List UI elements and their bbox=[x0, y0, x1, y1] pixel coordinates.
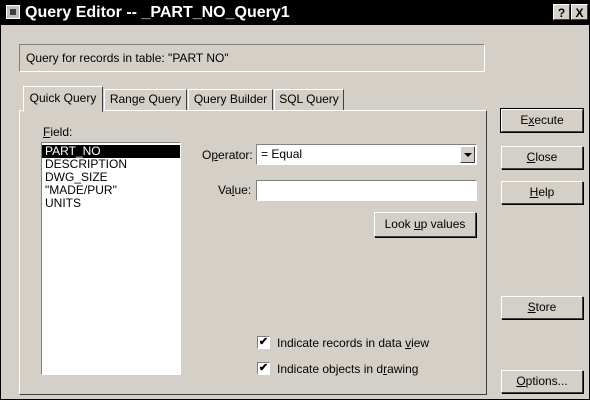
tab-range-query[interactable]: Range Query bbox=[104, 89, 187, 110]
tab-query-builder[interactable]: Query Builder bbox=[188, 89, 273, 110]
tab-quick-query[interactable]: Quick Query bbox=[23, 86, 103, 112]
value-label: Value: bbox=[218, 183, 252, 197]
indicate-records-checkbox[interactable]: ✔ bbox=[257, 336, 270, 349]
indicate-records-label: Indicate records in data view bbox=[277, 336, 430, 350]
close-title-button[interactable]: X bbox=[571, 4, 588, 20]
operator-value: = Equal bbox=[261, 147, 303, 161]
help-button[interactable]: Help bbox=[501, 181, 583, 204]
store-button[interactable]: Store bbox=[501, 296, 583, 319]
tab-quick-query-label: Quick Query bbox=[29, 91, 97, 105]
title-bar[interactable]: Query Editor -- _PART_NO_Query1 ? X bbox=[1, 1, 590, 25]
options-button[interactable]: Options... bbox=[501, 370, 583, 393]
list-item[interactable]: UNITS bbox=[42, 197, 180, 210]
indicate-objects-checkbox[interactable]: ✔ bbox=[257, 362, 270, 375]
chevron-down-icon[interactable] bbox=[460, 146, 475, 163]
table-info-text: Query for records in table: "PART NO" bbox=[26, 51, 229, 65]
look-up-values-button[interactable]: Look up values bbox=[374, 212, 476, 237]
value-input[interactable] bbox=[256, 180, 477, 201]
operator-dropdown[interactable]: = Equal bbox=[256, 144, 477, 165]
operator-label: Operator: bbox=[202, 148, 253, 162]
table-info-box: Query for records in table: "PART NO" bbox=[19, 44, 485, 72]
tab-sql-query-label: SQL Query bbox=[279, 92, 339, 106]
window-title: Query Editor -- _PART_NO_Query1 bbox=[25, 4, 290, 21]
tab-range-query-label: Range Query bbox=[109, 92, 182, 106]
tab-sql-query[interactable]: SQL Query bbox=[274, 89, 344, 110]
query-editor-window: Query Editor -- _PART_NO_Query1 ? X Quer… bbox=[0, 0, 590, 400]
field-list[interactable]: PART_NO DESCRIPTION DWG_SIZE "MADE/PUR" … bbox=[41, 142, 181, 375]
app-icon[interactable] bbox=[6, 5, 20, 19]
execute-button[interactable]: Execute bbox=[500, 108, 584, 133]
tab-query-builder-label: Query Builder bbox=[193, 92, 268, 106]
close-button[interactable]: Close bbox=[501, 146, 583, 169]
help-title-button[interactable]: ? bbox=[553, 4, 570, 20]
indicate-objects-label: Indicate objects in drawing bbox=[277, 362, 419, 376]
field-label: Field: bbox=[43, 125, 73, 139]
